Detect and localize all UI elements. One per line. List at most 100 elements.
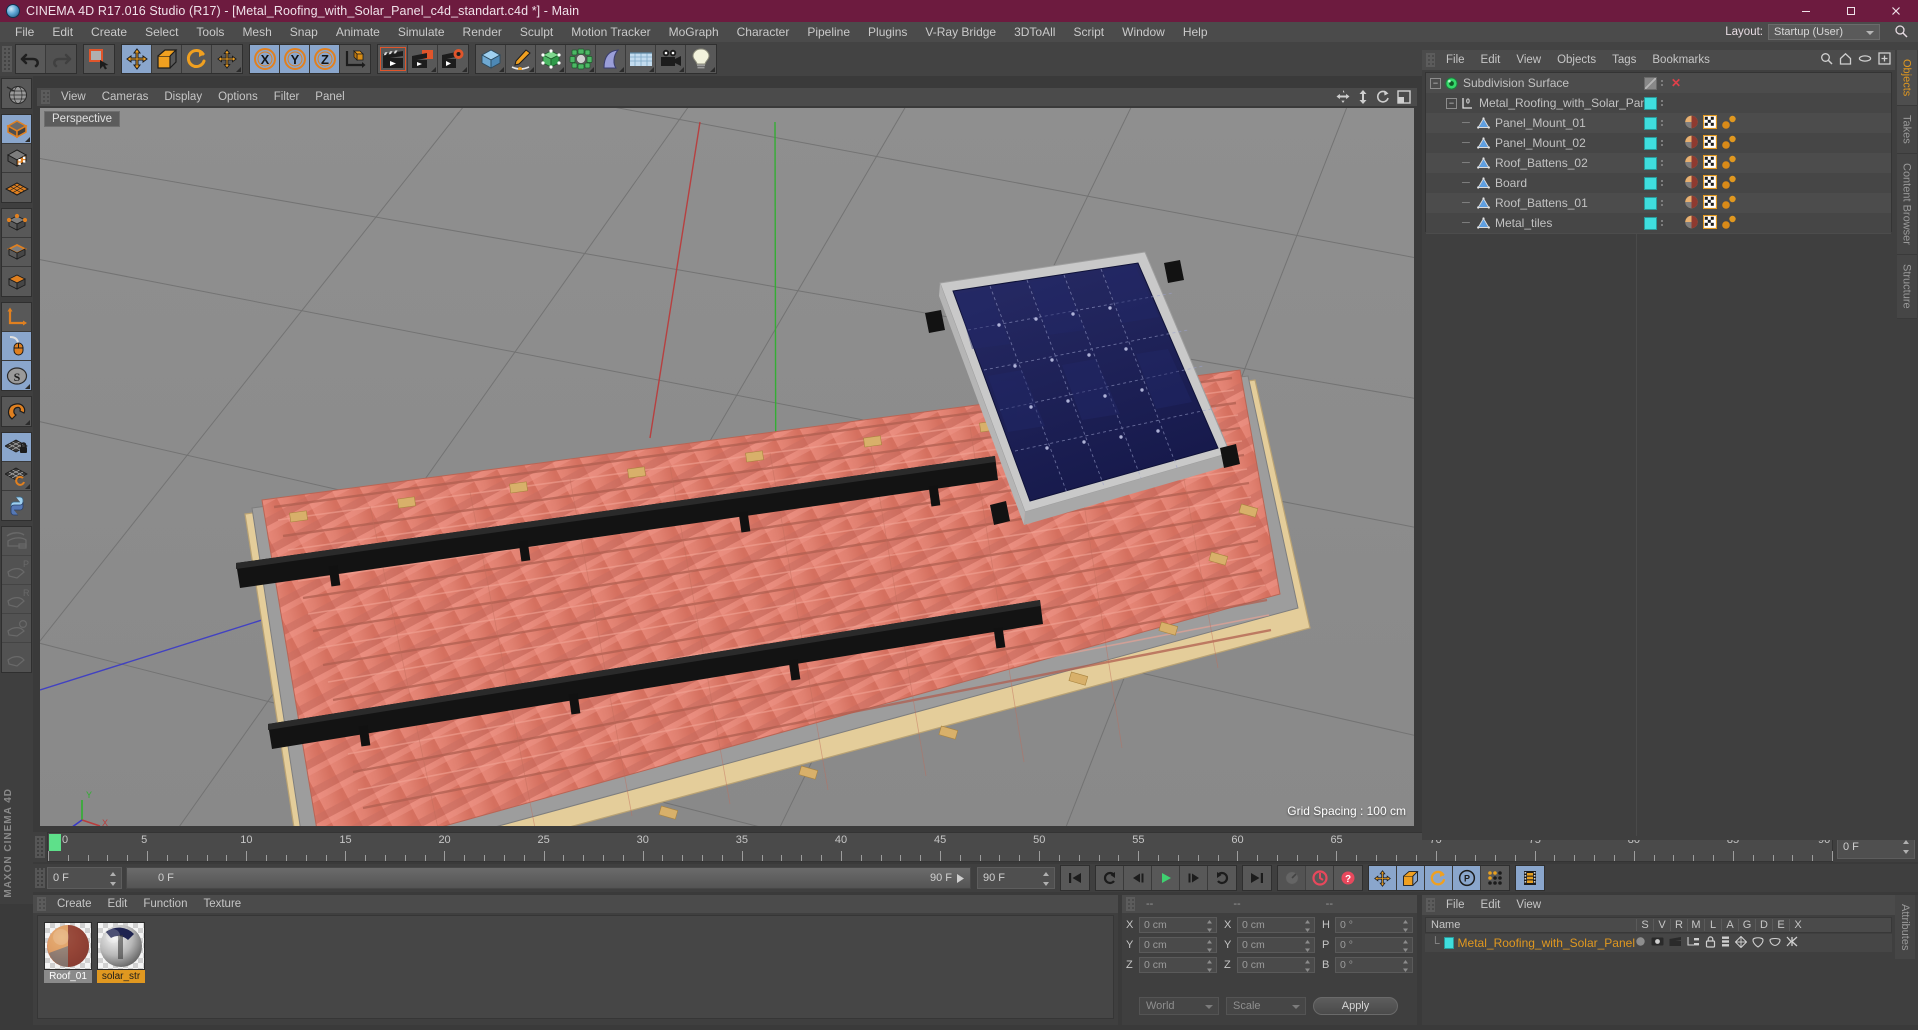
tab-structure[interactable]: Structure bbox=[1896, 254, 1917, 319]
visibility-dots-icon[interactable] bbox=[1661, 160, 1663, 166]
spinner-icon[interactable] bbox=[1206, 940, 1213, 952]
menu-item-file[interactable]: File bbox=[6, 22, 43, 42]
ellipse-icon[interactable] bbox=[1858, 52, 1872, 68]
step-back-button[interactable] bbox=[1124, 866, 1152, 890]
menu-item-tools[interactable]: Tools bbox=[187, 22, 233, 42]
spinner-icon[interactable] bbox=[1206, 920, 1213, 932]
menu-item-pipeline[interactable]: Pipeline bbox=[798, 22, 859, 42]
table-row[interactable]: └ Metal_Roofing_with_Solar_Panel bbox=[1425, 934, 1892, 952]
material-menu-create[interactable]: Create bbox=[49, 895, 100, 913]
minimize-icon[interactable] bbox=[1783, 0, 1828, 22]
viewport-menu-view[interactable]: View bbox=[53, 88, 94, 106]
coord-rotation-input[interactable]: 0 ° bbox=[1335, 957, 1413, 973]
redo-button[interactable] bbox=[46, 45, 76, 73]
object-menu-edit[interactable]: Edit bbox=[1473, 50, 1509, 70]
viewport-menu-panel[interactable]: Panel bbox=[307, 88, 352, 106]
z-axis-lock-button[interactable]: Z bbox=[310, 45, 340, 73]
animation-icon[interactable] bbox=[1721, 936, 1730, 951]
visibility-dots-icon[interactable] bbox=[1661, 220, 1663, 226]
menu-item-snap[interactable]: Snap bbox=[281, 22, 327, 42]
menu-item-window[interactable]: Window bbox=[1113, 22, 1174, 42]
coordinates-grip[interactable] bbox=[1126, 897, 1135, 911]
object-row[interactable]: ─ Board bbox=[1426, 173, 1891, 193]
coord-position-input[interactable]: 0 cm bbox=[1139, 957, 1217, 973]
texture-checker-cube-icon[interactable] bbox=[2, 144, 31, 173]
object-row[interactable]: ─ Panel_Mount_02 bbox=[1426, 133, 1891, 153]
object-menu-tags[interactable]: Tags bbox=[1604, 50, 1644, 70]
viewport-canvas[interactable]: Perspective Grid Spacing : 100 cm Y X bbox=[40, 108, 1414, 826]
object-tree[interactable]: − Subdivision Surface ✕ −0 Metal_Roofing_wit… bbox=[1425, 72, 1892, 253]
coord-size-input[interactable]: 0 cm bbox=[1237, 917, 1315, 933]
object-menu-objects[interactable]: Objects bbox=[1549, 50, 1604, 70]
array-modeling-button[interactable] bbox=[566, 45, 596, 73]
coord-position-input[interactable]: 0 cm bbox=[1139, 917, 1217, 933]
key-rotation-button[interactable] bbox=[1425, 866, 1453, 890]
layer-color-swatch[interactable] bbox=[1644, 116, 1657, 130]
spinner-icon[interactable] bbox=[1042, 872, 1050, 886]
viewport-menu-filter[interactable]: Filter bbox=[266, 88, 308, 106]
coordinate-mode-select[interactable]: Scale bbox=[1226, 997, 1306, 1015]
object-menu-file[interactable]: File bbox=[1438, 50, 1473, 70]
scale-tool-button[interactable] bbox=[152, 45, 182, 73]
dynamic-place-button[interactable] bbox=[212, 45, 242, 73]
menu-item-v-ray-bridge[interactable]: V-Ray Bridge bbox=[916, 22, 1005, 42]
polygons-cube-icon[interactable] bbox=[2, 267, 31, 296]
coord-size-input[interactable]: 0 cm bbox=[1237, 937, 1315, 953]
material-tag-icon[interactable] bbox=[1684, 115, 1699, 129]
spinner-icon[interactable] bbox=[1402, 920, 1409, 932]
uvw-tag-icon[interactable] bbox=[1703, 115, 1717, 129]
playback-grip[interactable] bbox=[35, 868, 45, 888]
visibility-dots-icon[interactable] bbox=[1661, 120, 1663, 126]
render-to-picture-viewer-button[interactable] bbox=[408, 45, 438, 73]
spinner-icon[interactable] bbox=[1304, 920, 1311, 932]
object-manager-grip[interactable] bbox=[1426, 53, 1435, 67]
x-axis-lock-button[interactable]: X bbox=[250, 45, 280, 73]
play-range-icon[interactable] bbox=[955, 873, 966, 884]
play-button[interactable] bbox=[1152, 866, 1180, 890]
python-icon[interactable] bbox=[2, 491, 31, 520]
play-reverse-loop-button[interactable] bbox=[1096, 866, 1124, 890]
world-object-coords-button[interactable] bbox=[340, 45, 370, 73]
render-settings-button[interactable] bbox=[438, 45, 468, 73]
orange-axis-icon[interactable] bbox=[2, 303, 31, 332]
autokeying-button[interactable]: ? bbox=[1334, 866, 1362, 890]
layer-menu-edit[interactable]: Edit bbox=[1473, 895, 1509, 915]
globe-wireframe-icon[interactable] bbox=[2, 79, 31, 108]
menu-item-script[interactable]: Script bbox=[1064, 22, 1113, 42]
layer-color-swatch[interactable] bbox=[1443, 937, 1454, 949]
end-frame-field[interactable]: 90 F bbox=[977, 867, 1055, 889]
spinner-icon[interactable] bbox=[1402, 940, 1409, 952]
uvw-tag-icon[interactable] bbox=[1703, 155, 1717, 169]
coord-rotation-input[interactable]: 0 ° bbox=[1335, 937, 1413, 953]
search-icon[interactable] bbox=[1820, 52, 1833, 68]
maximize-view-icon[interactable] bbox=[1397, 90, 1411, 107]
xpresso-icon[interactable] bbox=[1786, 936, 1798, 950]
generator-icon[interactable] bbox=[1734, 935, 1748, 951]
grid-lock-icon[interactable] bbox=[2, 433, 31, 462]
tab-objects[interactable]: Objects bbox=[1896, 50, 1917, 107]
key-param-button[interactable]: P bbox=[1453, 866, 1481, 890]
coord-size-input[interactable]: 0 cm bbox=[1237, 957, 1315, 973]
camera-button[interactable] bbox=[656, 45, 686, 73]
floor-environment-button[interactable] bbox=[626, 45, 656, 73]
object-row[interactable]: ─ Roof_Battens_02 bbox=[1426, 153, 1891, 173]
y-axis-lock-button[interactable]: Y bbox=[280, 45, 310, 73]
layout-select[interactable]: Startup (User) bbox=[1768, 24, 1880, 40]
spline-pen-button[interactable] bbox=[506, 45, 536, 73]
points-cube-icon[interactable] bbox=[2, 209, 31, 238]
coord-rotation-input[interactable]: 0 ° bbox=[1335, 917, 1413, 933]
selection-tag-icon[interactable] bbox=[1721, 195, 1737, 209]
selection-tag-icon[interactable] bbox=[1721, 175, 1737, 189]
delete-icon[interactable]: ✕ bbox=[1671, 76, 1681, 90]
object-row[interactable]: − Subdivision Surface ✕ bbox=[1426, 73, 1891, 93]
timeline-toggle-button[interactable] bbox=[1516, 866, 1544, 890]
visibility-dots-icon[interactable] bbox=[1661, 140, 1663, 146]
menu-item-select[interactable]: Select bbox=[136, 22, 187, 42]
material-grip[interactable] bbox=[37, 897, 46, 911]
render-icon[interactable] bbox=[1669, 936, 1682, 950]
workplane-p-icon[interactable]: P bbox=[2, 556, 31, 585]
plus-box-icon[interactable] bbox=[1878, 52, 1891, 68]
material-list[interactable]: Roof_01 solar_str bbox=[37, 915, 1114, 1019]
manager-icon[interactable] bbox=[1687, 936, 1700, 950]
layer-color-swatch[interactable] bbox=[1644, 216, 1657, 230]
